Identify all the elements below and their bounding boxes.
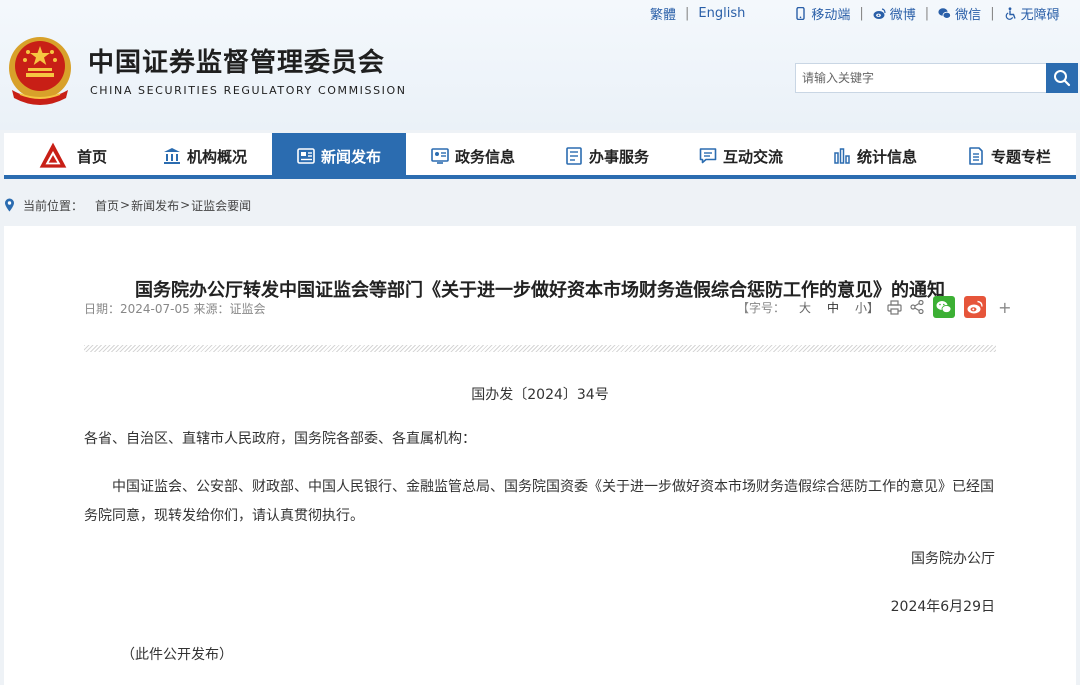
nav-label: 新闻发布 [320, 147, 381, 166]
breadcrumb-csrc-news[interactable]: 证监会要闻 [191, 197, 251, 214]
breadcrumb-separator: > [180, 198, 191, 212]
national-emblem-icon[interactable] [6, 32, 74, 108]
institution-icon [163, 148, 180, 164]
topic-icon [969, 147, 983, 165]
main-nav: 首页 机构概况 新闻发布 政务信息 办事服务 互动交流 统计信息 专题专栏 [4, 133, 1076, 179]
wechat-label: 微信 [955, 7, 982, 23]
breadcrumb-label: 当前位置： [23, 198, 84, 213]
traditional-chinese-link[interactable]: 繁體 [650, 4, 676, 23]
site-name-en[interactable]: CHINA SECURITIES REGULATORY COMMISSION [90, 84, 407, 97]
nav-item-institution[interactable]: 机构概况 [138, 133, 272, 179]
mobile-label: 移动端 [811, 7, 851, 23]
title-divider [84, 345, 996, 352]
chat-icon [699, 148, 717, 164]
weibo-icon [873, 7, 886, 19]
nav-item-news[interactable]: 新闻发布 [272, 133, 406, 179]
nav-label: 办事服务 [588, 147, 649, 166]
search-button[interactable] [1046, 63, 1078, 93]
publication-note: （此件公开发布） [121, 647, 233, 663]
share-wechat-button[interactable] [933, 296, 956, 318]
separator: | [685, 5, 690, 21]
issue-date: 2024年6月29日 [890, 599, 995, 615]
article-panel: 国务院办公厅转发中国证监会等部门《关于进一步做好资本市场财务造假综合惩防工作的意… [4, 226, 1076, 685]
separator: | [990, 5, 995, 21]
weibo-icon [967, 300, 983, 314]
breadcrumb-news[interactable]: 新闻发布 [131, 197, 179, 214]
mobile-phone-icon [796, 6, 806, 20]
breadcrumb: 当前位置： 首页 > 新闻发布 > 证监会要闻 [4, 196, 251, 214]
accessibility-link[interactable]: 无障碍 [1004, 4, 1060, 23]
wechat-link[interactable]: 微信 [938, 4, 981, 23]
wechat-icon [938, 7, 952, 19]
news-icon [297, 148, 315, 164]
print-button[interactable] [887, 299, 902, 315]
font-size-medium[interactable]: 中 [827, 299, 839, 316]
top-links: 繁體 | English 移动端 | 微博 | 微信 | 无障碍 [650, 4, 1060, 23]
accessibility-icon [1005, 6, 1016, 20]
salutation: 各省、自治区、直辖市人民政府，国务院各部委、各直属机构： [84, 431, 476, 447]
breadcrumb-home[interactable]: 首页 [95, 197, 119, 214]
font-size-label: 【字号： [737, 300, 786, 315]
service-icon [566, 147, 582, 165]
breadcrumb-separator: > [120, 198, 131, 212]
nav-label: 统计信息 [856, 147, 917, 166]
location-pin-icon [5, 198, 14, 212]
nav-item-home[interactable]: 首页 [4, 133, 138, 179]
article-tools: 【字号： 大 中 小】 + [737, 296, 1011, 318]
separator: | [924, 5, 930, 21]
site-name-cn[interactable]: 中国证券监督管理委员会 [88, 42, 385, 79]
nav-label: 机构概况 [186, 147, 247, 166]
site-header: 中国证券监督管理委员会 CHINA SECURITIES REGULATORY … [0, 0, 1080, 130]
font-size-large[interactable]: 大 [799, 299, 811, 316]
print-icon [887, 299, 902, 315]
font-size-small[interactable]: 小】 [855, 299, 879, 316]
nav-item-gov-info[interactable]: 政务信息 [406, 133, 540, 179]
nav-label: 互动交流 [722, 147, 783, 166]
mobile-link[interactable]: 移动端 [794, 4, 850, 23]
article-body: 中国证监会、公安部、财政部、中国人民银行、金融监管总局、国务院国资委《关于进一步… [84, 479, 994, 524]
nav-label: 专题专栏 [990, 147, 1051, 166]
nav-label: 首页 [76, 147, 107, 166]
nav-item-statistics[interactable]: 统计信息 [808, 133, 942, 179]
gov-info-icon [431, 148, 449, 164]
share-button[interactable] [910, 300, 924, 314]
share-weibo-button[interactable] [964, 296, 987, 318]
english-link[interactable]: English [698, 6, 745, 21]
stats-icon [834, 148, 850, 164]
wechat-icon [936, 301, 952, 314]
document-number: 国办发〔2024〕34号 [471, 387, 609, 403]
nav-label: 政务信息 [454, 147, 515, 166]
accessibility-label: 无障碍 [1020, 7, 1060, 23]
separator: | [859, 5, 864, 21]
share-icon [910, 300, 924, 314]
signature: 国务院办公厅 [911, 551, 995, 567]
weibo-label: 微博 [889, 7, 916, 23]
search-icon [1054, 70, 1071, 87]
weibo-link[interactable]: 微博 [873, 4, 916, 23]
article-meta: 日期：2024-07-05 来源：证监会 [84, 302, 266, 316]
nav-item-topics[interactable]: 专题专栏 [942, 133, 1076, 179]
nav-item-service[interactable]: 办事服务 [540, 133, 674, 179]
search-input[interactable] [795, 63, 1047, 93]
nav-item-interaction[interactable]: 互动交流 [674, 133, 808, 179]
csrc-logo-icon [39, 142, 67, 168]
more-share-button[interactable]: + [998, 298, 1011, 317]
